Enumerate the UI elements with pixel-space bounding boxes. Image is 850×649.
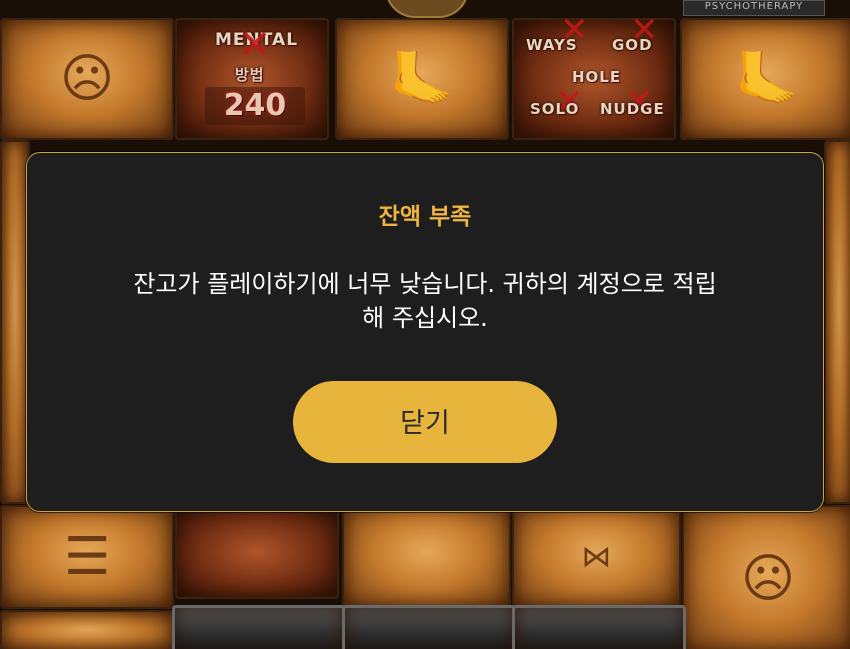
feature-label-hole: HOLE xyxy=(572,68,622,86)
top-banner-label: PSYCHOTHERAPY xyxy=(683,0,825,16)
dialog-message-line1: 잔고가 플레이하기에 너무 낮습니다. 귀하의 계정으로 적립 xyxy=(133,270,717,298)
close-button[interactable]: 닫기 xyxy=(293,381,557,463)
reel-symbol-ribcage: ☰ xyxy=(0,505,174,609)
mental-feature-sub: 방법 xyxy=(235,66,265,84)
feature-label-solo: SOLO xyxy=(530,100,580,118)
feature-label-nudge: NUDGE xyxy=(600,100,665,118)
dialog-title: 잔액 부족 xyxy=(378,204,472,230)
reel-symbol-boy-portrait: ☹ xyxy=(0,18,174,140)
reel-locked-cell xyxy=(512,605,686,649)
reel-symbol-blood xyxy=(175,505,339,599)
reel-symbol-ribcage-2 xyxy=(0,610,174,649)
reel-right-edge xyxy=(824,140,850,504)
reel-symbol-girl-portrait: ☹ xyxy=(682,505,850,649)
ribcage-icon: ☰ xyxy=(63,527,111,587)
foot-bone-icon: 🦶 xyxy=(734,49,800,110)
dialog-message-line2: 해 주십시오. xyxy=(362,304,488,332)
insufficient-balance-dialog: 잔액 부족 잔고가 플레이하기에 너무 낮습니다. 귀하의 계정으로 적립 해 … xyxy=(26,152,824,512)
foot-bone-icon: 🦶 xyxy=(389,49,455,110)
bow-icon: ⋈ xyxy=(581,539,612,575)
mental-feature-count: 240 xyxy=(205,87,305,125)
reel-locked-cell xyxy=(172,605,346,649)
reel-symbol-blank xyxy=(342,505,511,609)
portrait-icon: ☹ xyxy=(59,49,115,109)
reel-locked-cell xyxy=(342,605,516,649)
feature-label-god: GOD xyxy=(612,36,653,54)
reel-symbol-foot-right: 🦶 xyxy=(680,18,850,140)
dialog-message: 잔고가 플레이하기에 너무 낮습니다. 귀하의 계정으로 적립 해 주십시오. xyxy=(67,267,783,335)
red-x-icon: ✕ xyxy=(238,22,272,68)
reel-symbol-blank-2: ⋈ xyxy=(512,505,681,609)
portrait-icon: ☹ xyxy=(740,549,796,609)
feature-label-ways: WAYS xyxy=(526,36,578,54)
reel-symbol-foot: 🦶 xyxy=(335,18,509,140)
top-medallion-icon xyxy=(385,0,469,18)
